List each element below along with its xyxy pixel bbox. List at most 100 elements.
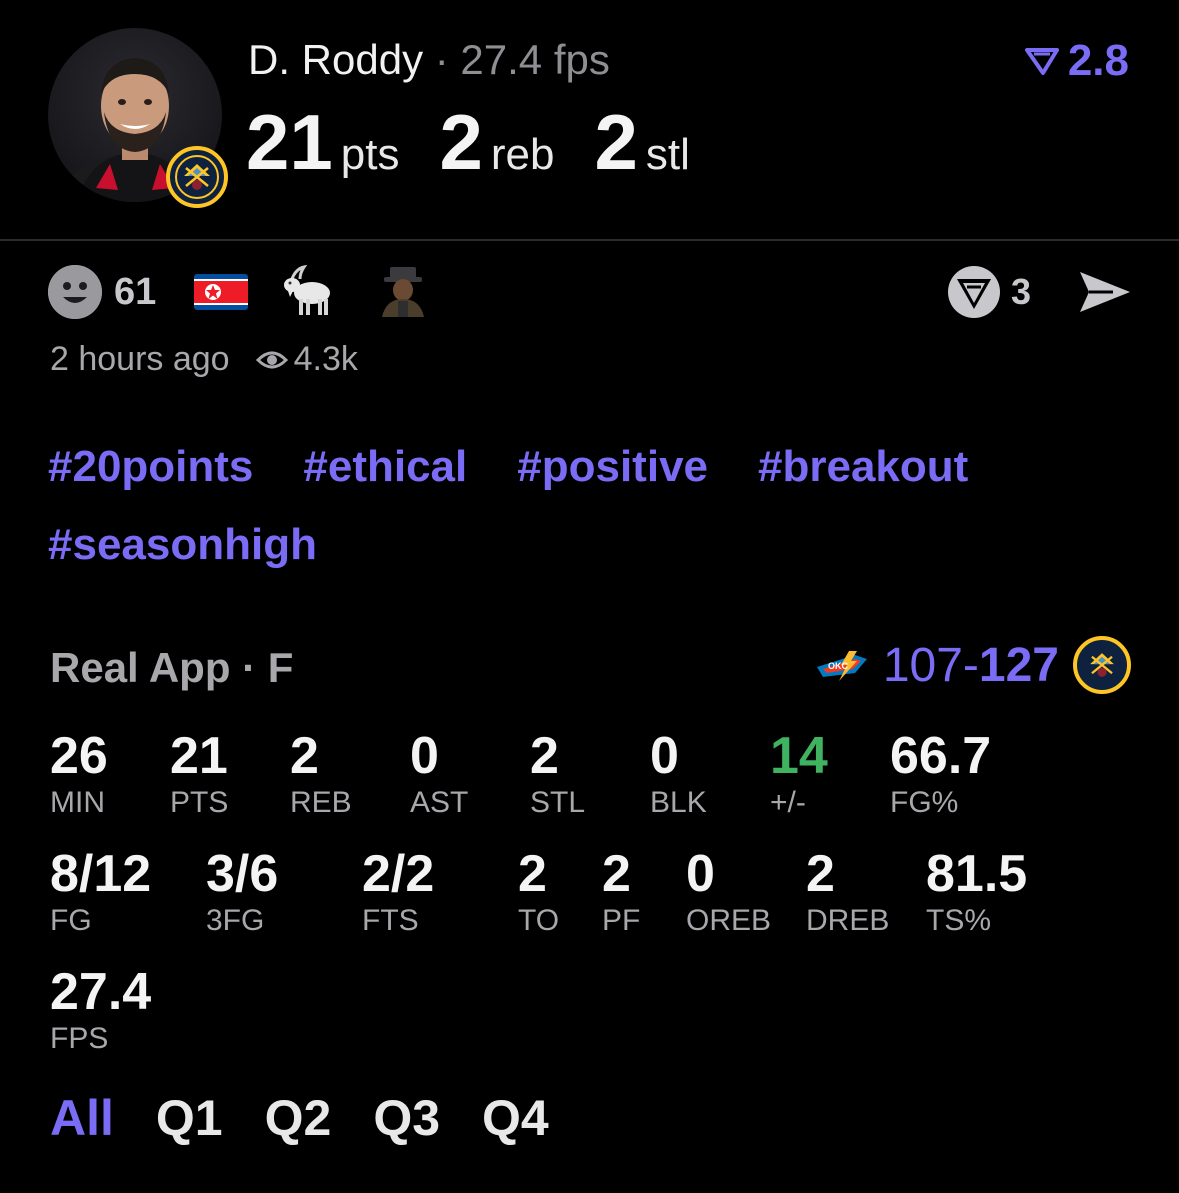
stat-plus-minus: 14 +/- <box>770 728 828 820</box>
headline-pts-value: 21 <box>246 98 333 186</box>
hashtag[interactable]: #positive <box>517 440 708 494</box>
reshare-icon[interactable] <box>947 265 1001 319</box>
hashtag[interactable]: #breakout <box>758 440 968 494</box>
stat-label: FG <box>50 904 92 937</box>
rating-value: 2.8 <box>1067 36 1129 85</box>
stat-dreb: 2 DREB <box>806 846 889 938</box>
stat-label: FPS <box>50 1022 109 1055</box>
player-header-line: D. Roddy · 27.4 fps <box>248 36 610 84</box>
stat-value: 0 <box>650 727 679 785</box>
tab-all[interactable]: All <box>50 1090 114 1146</box>
stat-label: PTS <box>170 786 229 819</box>
stat-label: TO <box>518 904 560 937</box>
separator-dot: · <box>423 36 461 83</box>
stat-min: 26 MIN <box>50 728 108 820</box>
stat-fg-pct: 66.7 FG% <box>890 728 991 820</box>
stat-value: 0 <box>686 845 715 903</box>
player-fps: 27.4 fps <box>460 36 610 83</box>
stat-value: 8/12 <box>50 845 152 903</box>
stat-pts: 21 PTS <box>170 728 228 820</box>
stat-value: 14 <box>770 727 828 785</box>
player-avatar-container[interactable] <box>48 28 230 210</box>
thunder-logo-icon: OKC <box>816 651 867 681</box>
stat-to: 2 TO <box>518 846 559 938</box>
rating-arrow-icon <box>1024 48 1059 75</box>
post-meta: 2 hours ago 4.3k <box>50 340 358 379</box>
stat-fps: 27.4 FPS <box>50 964 151 1056</box>
stat-fts: 2/2 FTS <box>362 846 434 938</box>
stat-pf: 2 PF <box>602 846 640 938</box>
stat-value: 26 <box>50 727 108 785</box>
stat-value: 2 <box>290 727 319 785</box>
stat-label: AST <box>410 786 469 819</box>
reaction-count[interactable]: 61 <box>114 271 156 314</box>
stat-fg: 8/12 FG <box>50 846 151 938</box>
stat-ast: 0 AST <box>410 728 468 820</box>
headline-stl-value: 2 <box>594 98 638 186</box>
stat-value: 2/2 <box>362 845 435 903</box>
stat-value: 3/6 <box>206 845 279 903</box>
nuggets-logo-icon <box>1073 636 1131 694</box>
goat-icon[interactable] <box>280 263 336 322</box>
headline-reb-unit: reb <box>490 130 555 179</box>
person-emoji-icon[interactable] <box>376 263 430 322</box>
send-icon[interactable] <box>1077 268 1133 316</box>
stat-label: PF <box>602 904 641 937</box>
nuggets-logo-icon <box>166 146 228 208</box>
stat-blk: 0 BLK <box>650 728 707 820</box>
hashtag[interactable]: #20points <box>48 440 253 494</box>
stat-value: 2 <box>530 727 559 785</box>
score-away: 107 <box>882 638 963 692</box>
reactions-row: 61 <box>48 264 430 320</box>
headline-stl-unit: stl <box>645 130 690 179</box>
stat-value: 81.5 <box>926 845 1028 903</box>
player-name[interactable]: D. Roddy <box>248 36 423 83</box>
post-timestamp: 2 hours ago <box>50 340 230 378</box>
stat-oreb: 0 OREB <box>686 846 771 938</box>
stat-reb: 2 REB <box>290 728 352 820</box>
stat-value: 2 <box>806 845 835 903</box>
tab-q2[interactable]: Q2 <box>265 1090 332 1146</box>
smiley-icon[interactable] <box>48 265 102 319</box>
stat-value: 2 <box>602 845 631 903</box>
stat-label: STL <box>530 786 586 819</box>
headline-stats: 21 pts 2 reb 2 stl <box>246 96 730 188</box>
tab-q3[interactable]: Q3 <box>373 1090 440 1146</box>
stat-value: 2 <box>518 845 547 903</box>
reshare-count[interactable]: 3 <box>1011 271 1031 313</box>
headline-reb-value: 2 <box>439 98 483 186</box>
north-korea-flag-icon[interactable] <box>194 274 249 310</box>
stat-label: BLK <box>650 786 707 819</box>
stat-label: FTS <box>362 904 419 937</box>
headline-pts-unit: pts <box>340 130 400 179</box>
stat-label: 3FG <box>206 904 265 937</box>
stat-label: +/- <box>770 786 806 819</box>
view-count: 4.3k <box>255 340 358 379</box>
post-actions: 3 <box>947 264 1133 320</box>
game-score[interactable]: OKC 107-127 <box>815 636 1131 694</box>
view-count-value: 4.3k <box>293 340 358 378</box>
hashtag[interactable]: #ethical <box>303 440 467 494</box>
stat-value: 27.4 <box>50 963 152 1021</box>
hashtag[interactable]: #seasonhigh <box>48 518 317 572</box>
tab-q1[interactable]: Q1 <box>156 1090 223 1146</box>
stat-value: 66.7 <box>890 727 992 785</box>
stat-ts-pct: 81.5 TS% <box>926 846 1027 938</box>
tab-q4[interactable]: Q4 <box>482 1090 549 1146</box>
stat-stl: 2 STL <box>530 728 585 820</box>
eye-icon <box>255 351 288 368</box>
score-home: 127 <box>978 638 1059 692</box>
stat-label: TS% <box>926 904 992 937</box>
stat-value: 0 <box>410 727 439 785</box>
score-dash: - <box>962 638 979 692</box>
stat-label: FG% <box>890 786 959 819</box>
period-tabs: All Q1 Q2 Q3 Q4 <box>50 1090 549 1146</box>
stat-value: 21 <box>170 727 228 785</box>
score-text: 107-127 <box>883 638 1059 693</box>
rating[interactable]: 2.8 <box>1024 36 1129 86</box>
stat-label: REB <box>290 786 352 819</box>
hashtag-list: #20points #ethical #positive #breakout #… <box>48 440 1148 572</box>
stat-label: MIN <box>50 786 105 819</box>
game-source: Real App · F <box>50 644 294 691</box>
stat-3fg: 3/6 3FG <box>206 846 278 938</box>
